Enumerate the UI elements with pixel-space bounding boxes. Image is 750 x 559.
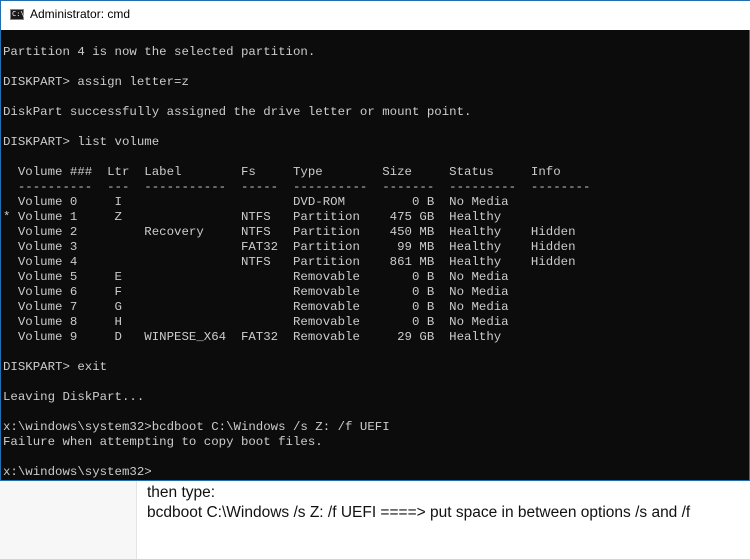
instruction-command-text: bcdboot C:\Windows /s Z: /f UEFI ====> p… <box>147 504 691 521</box>
console-line: Volume 0 I DVD-ROM 0 B No Media <box>3 195 509 209</box>
console-line: Volume 4 NTFS Partition 861 MB Healthy H… <box>3 255 576 269</box>
post-sidebar <box>0 481 137 559</box>
console-line: Failure when attempting to copy boot fil… <box>3 435 323 449</box>
console-line: Volume 7 G Removable 0 B No Media <box>3 300 509 314</box>
forum-post-area: then type: bcdboot C:\Windows /s Z: /f U… <box>0 481 750 559</box>
console-line: x:\windows\system32>bcdboot C:\Windows /… <box>3 420 390 434</box>
cmd-window: C:\ Administrator: cmd Partition 4 is no… <box>0 0 750 481</box>
console-line: Volume 6 F Removable 0 B No Media <box>3 285 509 299</box>
console-line: x:\windows\system32> <box>3 465 152 479</box>
console-line: Leaving DiskPart... <box>3 390 145 404</box>
console-line: Volume 3 FAT32 Partition 99 MB Healthy H… <box>3 240 576 254</box>
console-output[interactable]: Partition 4 is now the selected partitio… <box>3 30 747 480</box>
window-title: Administrator: cmd <box>30 7 131 21</box>
console-line: DISKPART> exit <box>3 360 108 374</box>
console-line: DiskPart successfully assigned the drive… <box>3 105 472 119</box>
console-text: Partition 4 is now the selected partitio… <box>3 30 747 480</box>
console-line: ---------- --- ----------- ----- -------… <box>3 180 591 194</box>
title-bar[interactable]: C:\ Administrator: cmd <box>1 0 750 30</box>
console-line: Volume 8 H Removable 0 B No Media <box>3 315 509 329</box>
console-line: DISKPART> list volume <box>3 135 160 149</box>
console-line: DISKPART> assign letter=z <box>3 75 189 89</box>
console-line: Volume 5 E Removable 0 B No Media <box>3 270 509 284</box>
console-line: Volume 2 Recovery NTFS Partition 450 MB … <box>3 225 576 239</box>
instruction-text: then type: <box>147 484 216 501</box>
console-line: Partition 4 is now the selected partitio… <box>3 45 316 59</box>
console-line: Volume 9 D WINPESE_X64 FAT32 Removable 2… <box>3 330 502 344</box>
console-line: Volume ### Ltr Label Fs Type Size Status… <box>3 165 561 179</box>
cmd-icon: C:\ <box>10 9 25 20</box>
console-line: * Volume 1 Z NTFS Partition 475 GB Healt… <box>3 210 502 224</box>
